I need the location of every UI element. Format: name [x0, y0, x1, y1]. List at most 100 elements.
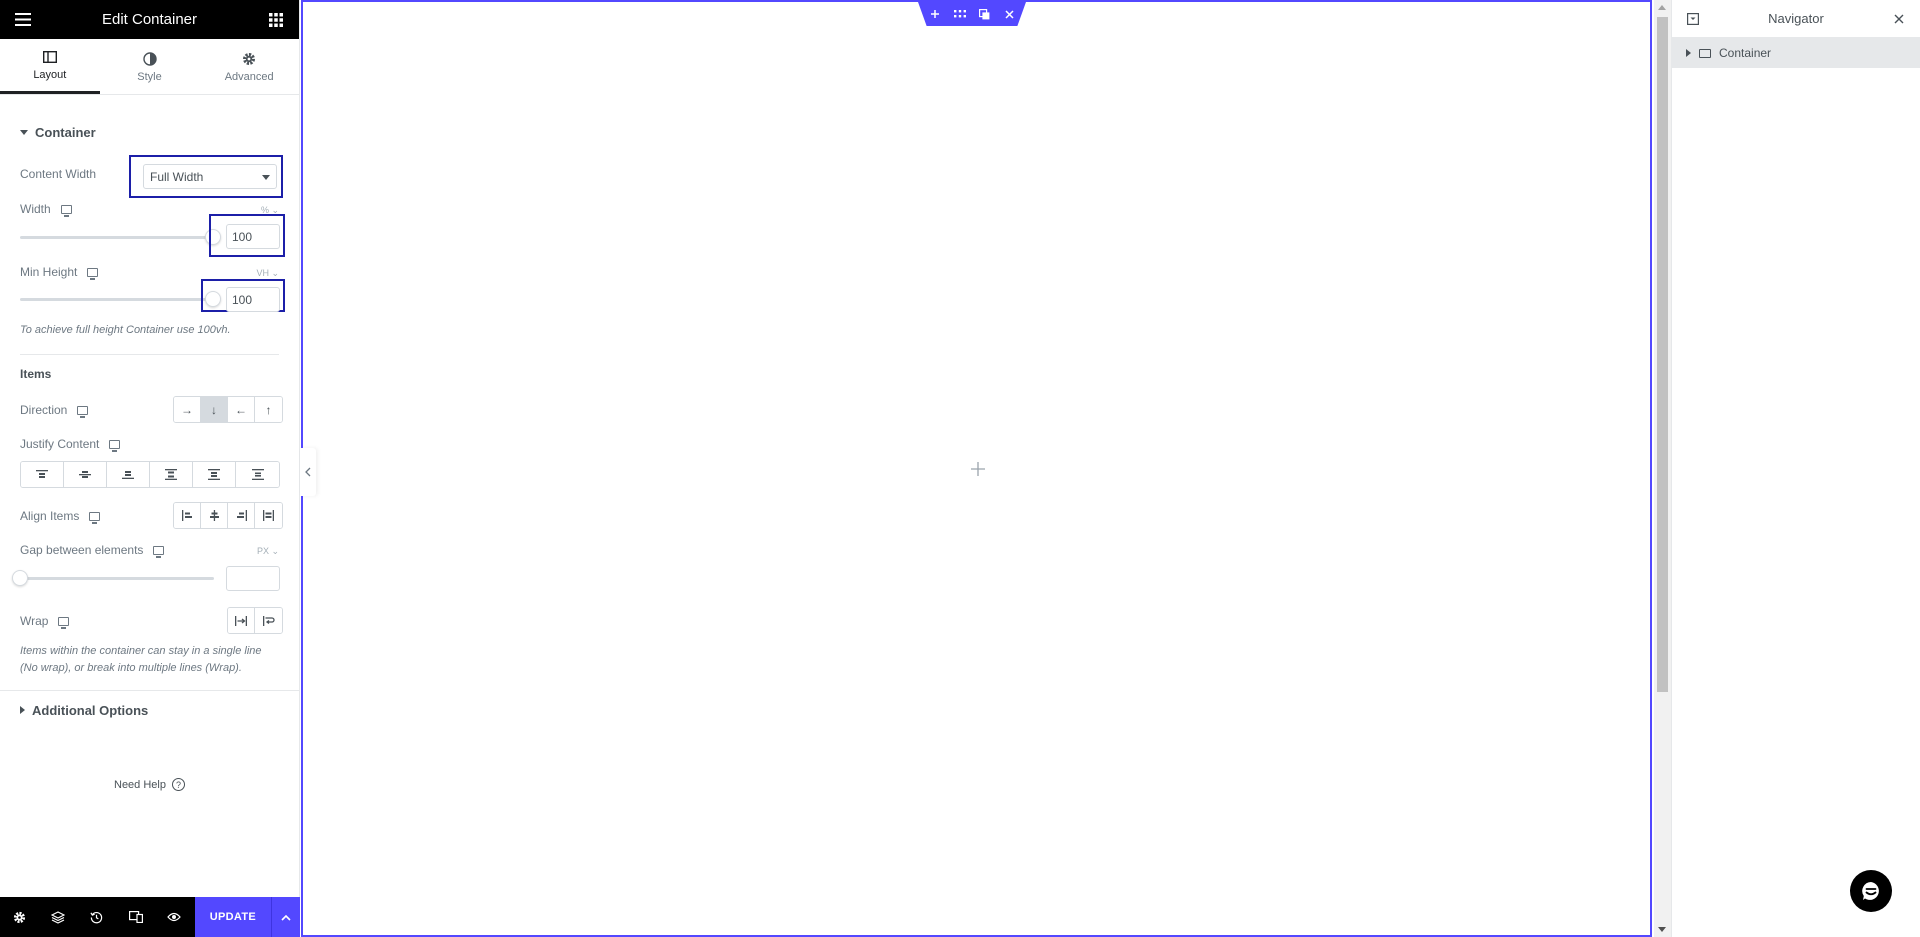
direction-column-reverse-button[interactable]: ↑ [255, 397, 282, 422]
align-center-icon [209, 510, 219, 521]
responsive-icon [128, 911, 143, 923]
wrap-note: Items within the container can stay in a… [20, 645, 262, 674]
responsive-button[interactable] [116, 897, 155, 937]
gap-unit-select[interactable]: PX ⌄ [257, 546, 279, 557]
panel-footer: UPDATE [0, 897, 300, 937]
space-between-button[interactable] [150, 462, 193, 487]
hamburger-menu-icon[interactable] [12, 9, 34, 31]
tab-style[interactable]: Style [100, 39, 200, 94]
settings-icon [13, 911, 25, 923]
desktop-icon[interactable] [89, 511, 101, 524]
layers-button[interactable] [39, 897, 78, 937]
align-start-button[interactable] [174, 503, 201, 528]
scroll-down-arrow-icon[interactable] [1658, 927, 1666, 932]
panel-tabs: Layout Style Advanced [0, 39, 299, 95]
justify-end-icon [122, 471, 134, 479]
divider [0, 690, 299, 691]
drag-container-handle[interactable] [950, 5, 969, 24]
align-stretch-button[interactable] [255, 503, 282, 528]
justify-content-buttons [20, 461, 280, 488]
align-end-button[interactable] [228, 503, 255, 528]
align-items-buttons [173, 502, 283, 529]
no-wrap-button[interactable] [228, 608, 255, 633]
editor-app: Edit Container Layout Style Advanced Con… [0, 0, 1920, 937]
gap-unit-label: PX [256, 546, 269, 556]
section-additional-title: Additional Options [32, 702, 149, 718]
delete-container-button[interactable] [1000, 5, 1019, 24]
section-container-toggle[interactable]: Container [0, 104, 299, 160]
align-center-button[interactable] [201, 503, 228, 528]
min-height-label: Min Height [20, 265, 78, 279]
caret-right-icon[interactable] [1686, 49, 1691, 57]
content-width-value: Full Width [150, 170, 204, 184]
min-height-label-row: Min Height [20, 265, 279, 280]
content-width-select[interactable]: Full Width [143, 164, 277, 189]
wrap-button[interactable] [255, 608, 282, 633]
gap-slider-track[interactable] [20, 577, 214, 580]
update-button[interactable]: UPDATE [194, 897, 272, 937]
direction-buttons: → ↓ ← ↑ [173, 396, 283, 423]
add-element-plus-icon[interactable] [969, 460, 987, 478]
collapse-panel-button[interactable] [300, 448, 316, 496]
plus-icon [930, 10, 939, 18]
width-slider-track[interactable] [20, 236, 210, 239]
add-container-button[interactable] [925, 5, 944, 24]
desktop-icon[interactable] [109, 439, 121, 452]
need-help-link[interactable]: Need Help ? [0, 778, 299, 791]
widgets-grid-icon[interactable] [265, 9, 287, 31]
content-width-label: Content Width [20, 167, 97, 181]
justify-start-button[interactable] [21, 462, 64, 487]
gap-slider-thumb[interactable] [12, 570, 28, 586]
canvas-scrollbar[interactable] [1654, 0, 1671, 937]
preview-button[interactable] [155, 897, 194, 937]
navigator-header: Navigator [1672, 0, 1920, 38]
align-stretch-icon [263, 510, 274, 521]
desktop-icon[interactable] [77, 405, 89, 418]
question-circle-icon: ? [171, 778, 185, 791]
container-icon [1699, 48, 1711, 58]
tab-advanced[interactable]: Advanced [199, 39, 299, 94]
navigator-item-label: Container [1719, 46, 1772, 60]
settings-button[interactable] [0, 897, 39, 937]
gap-label-row: Gap between elements [20, 543, 279, 558]
justify-content-label: Justify Content [20, 437, 100, 451]
direction-row-reverse-button[interactable]: ← [228, 397, 255, 422]
min-height-slider-thumb[interactable] [205, 291, 221, 307]
gap-input[interactable] [226, 566, 280, 591]
direction-column-button[interactable]: ↓ [201, 397, 228, 422]
scroll-up-arrow-icon[interactable] [1658, 5, 1666, 10]
scroll-thumb[interactable] [1657, 17, 1668, 692]
caret-down-icon [20, 129, 28, 135]
desktop-icon[interactable] [58, 616, 70, 629]
min-height-slider-track[interactable] [20, 298, 210, 301]
navigator-title: Navigator [1768, 11, 1824, 26]
panel-header: Edit Container [0, 0, 299, 39]
direction-row-button[interactable]: → [174, 397, 201, 422]
desktop-icon[interactable] [87, 267, 99, 280]
desktop-icon[interactable] [153, 545, 165, 558]
section-container-title: Container [35, 124, 96, 140]
chevron-up-icon [281, 914, 291, 921]
history-button[interactable] [77, 897, 116, 937]
close-navigator-button[interactable] [1888, 8, 1910, 30]
navigator-item-container[interactable]: Container [1672, 38, 1920, 68]
desktop-icon[interactable] [60, 204, 72, 217]
gear-icon [241, 51, 257, 67]
justify-center-button[interactable] [64, 462, 107, 487]
collapse-box-icon [1687, 12, 1699, 25]
tab-layout[interactable]: Layout [0, 39, 100, 94]
editor-canvas[interactable] [301, 0, 1652, 937]
space-around-button[interactable] [193, 462, 236, 487]
layout-icon [42, 49, 58, 65]
duplicate-container-button[interactable] [975, 5, 994, 24]
chat-support-button[interactable] [1850, 870, 1892, 912]
width-input[interactable] [226, 224, 280, 249]
collapse-navigator-button[interactable] [1682, 8, 1704, 30]
update-options-button[interactable] [271, 897, 300, 937]
min-height-input[interactable] [226, 287, 280, 312]
wrap-label: Wrap [20, 614, 49, 628]
space-evenly-button[interactable] [236, 462, 279, 487]
justify-end-button[interactable] [107, 462, 150, 487]
section-additional-toggle[interactable]: Additional Options [0, 692, 299, 728]
min-height-unit-select[interactable]: VH ⌄ [256, 268, 279, 279]
